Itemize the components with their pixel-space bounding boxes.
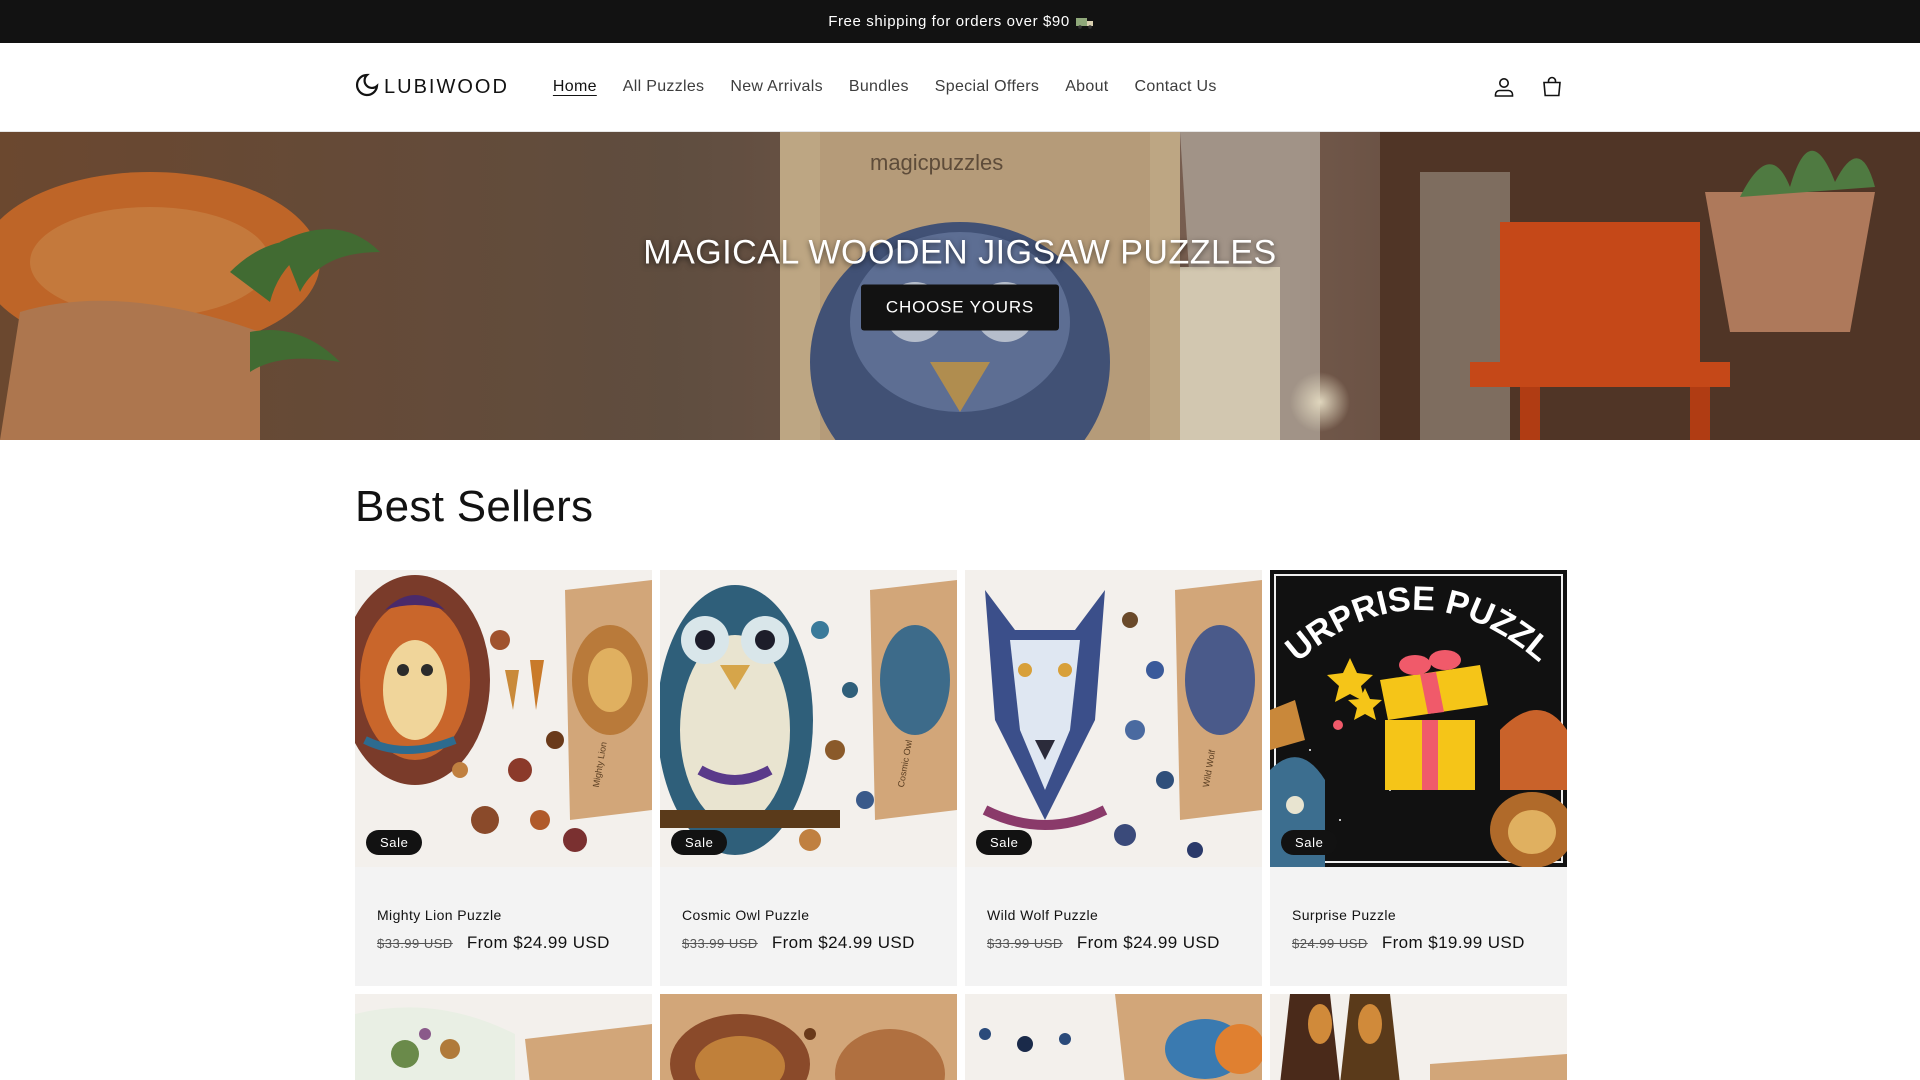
product-image[interactable]: Cosmic Owl Sale [660,570,957,867]
compare-at-price: $33.99 USD [682,936,758,951]
sale-price: From $24.99 USD [466,933,610,952]
sale-badge: Sale [366,830,423,855]
compare-at-price: $33.99 USD [987,936,1063,951]
hero-title: MAGICAL WOODEN JIGSAW PUZZLES [643,233,1277,272]
horse-puzzle-image [660,994,957,1080]
truck-icon [1075,16,1093,29]
wolf-puzzle-image: Wild Wolf [965,570,1262,867]
logo-text: LUBIWOOD [384,75,509,98]
sale-price: From $19.99 USD [1381,933,1525,952]
surprise-puzzle-image: SURPRISE PUZZLE [1270,570,1567,867]
butterfly-puzzle-image [965,994,1262,1080]
nav-special-offers[interactable]: Special Offers [935,78,1039,96]
nav-contact-us[interactable]: Contact Us [1135,78,1217,96]
product-card-partial[interactable] [355,994,652,1080]
hero-banner: magicpuzzles MAGICAL WOODEN JIGSAW PUZZL… [0,132,1920,440]
compare-at-price: $24.99 USD [1292,936,1368,951]
product-title[interactable]: Cosmic Owl Puzzle [682,907,935,923]
sale-price: From $24.99 USD [1076,933,1220,952]
product-image[interactable]: Wild Wolf Sale [965,570,1262,867]
product-image[interactable]: Mighty Lion Sale [355,570,652,867]
nav-about[interactable]: About [1065,78,1108,96]
animal-puzzle-image [1270,994,1567,1080]
cart-icon[interactable] [1539,74,1565,100]
best-sellers-section: Best Sellers Mighty Lion Sale Mighty Lio… [0,482,1920,1080]
hummingbird-puzzle-image [355,994,652,1080]
nav-all-puzzles[interactable]: All Puzzles [623,78,705,96]
logo-moon-icon [355,73,379,102]
main-nav: Home All Puzzles New Arrivals Bundles Sp… [553,78,1491,96]
owl-puzzle-image: Cosmic Owl [660,570,957,867]
site-header: LUBIWOOD Home All Puzzles New Arrivals B… [0,43,1920,132]
product-card-mighty-lion[interactable]: Mighty Lion Sale Mighty Lion Puzzle $33.… [355,570,652,986]
product-card-partial[interactable] [1270,994,1567,1080]
nav-new-arrivals[interactable]: New Arrivals [730,78,823,96]
nav-bundles[interactable]: Bundles [849,78,909,96]
announcement-text: Free shipping for orders over $90 [828,13,1070,30]
sale-badge: Sale [671,830,728,855]
product-grid: Mighty Lion Sale Mighty Lion Puzzle $33.… [355,570,1567,1080]
lion-puzzle-image: Mighty Lion [355,570,652,867]
best-sellers-title: Best Sellers [355,482,594,531]
sale-badge: Sale [976,830,1033,855]
product-card-surprise[interactable]: SURPRISE PUZZLE Sa [1270,570,1567,986]
account-icon[interactable] [1491,74,1517,100]
announcement-bar: Free shipping for orders over $90 [0,0,1920,43]
sale-price: From $24.99 USD [771,933,915,952]
compare-at-price: $33.99 USD [377,936,453,951]
product-title[interactable]: Mighty Lion Puzzle [377,907,630,923]
product-title[interactable]: Wild Wolf Puzzle [987,907,1240,923]
product-card-wild-wolf[interactable]: Wild Wolf Sale Wild Wolf Puzzle $33.99 U… [965,570,1262,986]
nav-home[interactable]: Home [553,78,597,96]
logo[interactable]: LUBIWOOD [355,73,509,102]
product-image[interactable]: SURPRISE PUZZLE Sa [1270,570,1567,867]
sale-badge: Sale [1281,830,1338,855]
product-card-partial[interactable] [660,994,957,1080]
product-title[interactable]: Surprise Puzzle [1292,907,1545,923]
product-card-partial[interactable] [965,994,1262,1080]
choose-yours-button[interactable]: CHOOSE YOURS [860,284,1060,331]
product-card-cosmic-owl[interactable]: Cosmic Owl Sale Cosmic Owl Puzzle $33.99… [660,570,957,986]
hero-content: MAGICAL WOODEN JIGSAW PUZZLES CHOOSE YOU… [0,154,1920,331]
